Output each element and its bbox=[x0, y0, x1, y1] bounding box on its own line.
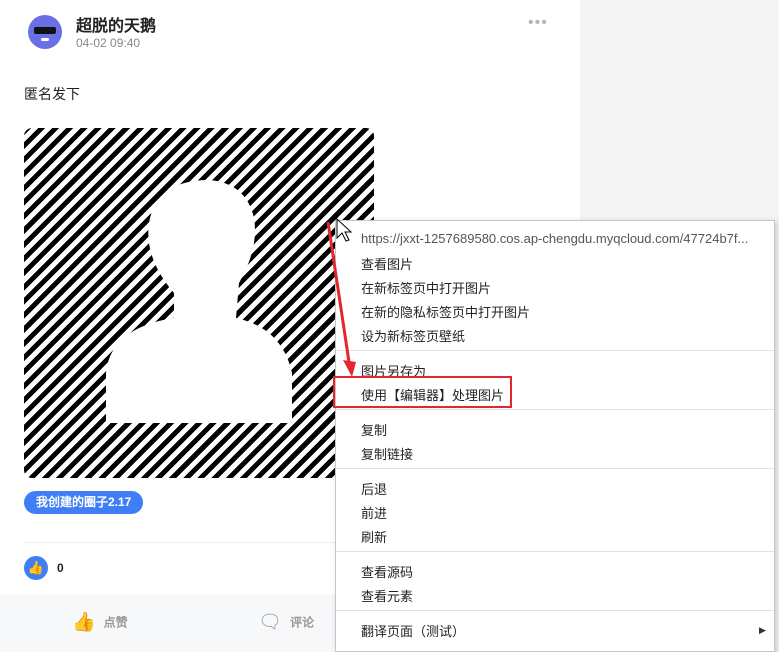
annotation-arrow-line bbox=[326, 221, 351, 363]
annotation-overlay bbox=[326, 217, 356, 377]
annotation-arrow-head bbox=[343, 360, 356, 377]
mouse-cursor-icon bbox=[336, 217, 353, 242]
